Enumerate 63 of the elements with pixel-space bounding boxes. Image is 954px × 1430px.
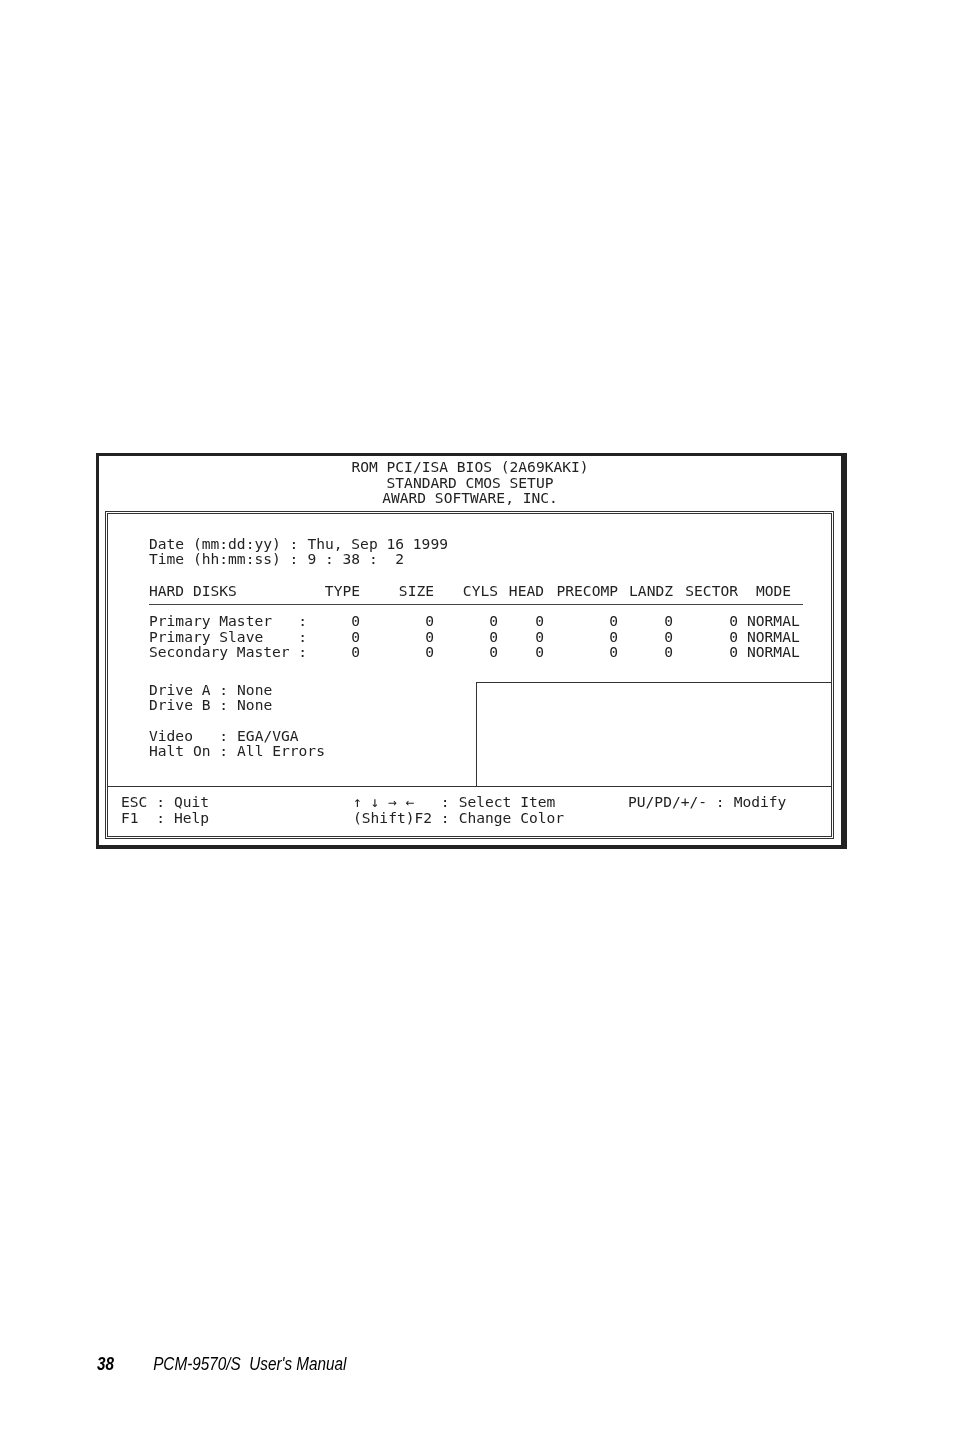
key-action: Help [173,809,210,825]
key-label: (Shift)F2 : [353,809,450,825]
table-cell-text: 0 [488,613,498,629]
table-cell-text: 0 [663,644,673,660]
table-cell-text: 0 [488,628,498,644]
field-label: Date (mm:dd:yy) : [149,535,299,551]
table-cell-text: 0 [424,613,434,629]
table-cell-text: 0 [534,644,544,660]
key-label: F1 : [121,809,165,825]
field-value: None [237,681,273,697]
drive-name: Secondary Master : [149,644,309,660]
table-cell-text: 0 [350,613,360,629]
column-header: LANDZ [628,582,673,598]
field-label: Drive B : [149,697,229,713]
field-label: Video : [149,727,229,743]
drive-name: Primary Slave : [149,628,309,644]
field-value: Thu, Sep 16 1999 [307,535,448,551]
field-label: Time (hh:mm:ss) : [149,551,299,567]
table-cell-text: 0 [728,613,738,629]
column-header: SECTOR [684,582,738,598]
field-value: 9 : 38 : 2 [307,551,405,567]
header-title: ROM PCI/ISA BIOS (2A69KAKI) [351,459,589,475]
field-label: Halt On : [149,743,229,759]
table-cell-text: 0 [728,628,738,644]
table-cell-text: 0 [608,613,618,629]
header-title: STANDARD CMOS SETUP [386,474,554,490]
table-cell-text: 0 [350,644,360,660]
table-cell-text: 0 [350,628,360,644]
key-label: ↑ ↓ → ← : [353,794,450,810]
header-title: AWARD SOFTWARE, INC. [382,490,558,506]
column-header: HEAD [507,582,544,598]
key-action: Modify [733,794,787,810]
table-cell-text: 0 [663,628,673,644]
table-cell-text: NORMAL [746,628,801,644]
table-cell-text: 0 [534,613,544,629]
column-header: HARD DISKS [149,582,238,598]
drive-name: Primary Master : [149,613,309,629]
field-value: None [237,697,273,713]
column-header: PRECOMP [555,582,618,598]
column-header: CYLS [461,582,498,598]
page-number: 38 [97,1354,115,1374]
field-label: Drive A : [149,681,229,697]
column-header: TYPE [324,582,360,598]
column-header: MODE [755,582,793,598]
table-cell-text: 0 [663,613,673,629]
key-action: Select Item [458,794,556,810]
table-cell-text: NORMAL [746,644,801,660]
table-cell-text: 0 [424,644,434,660]
manual-title: PCM-9570/S User's Manual [153,1354,347,1374]
field-value: All Errors [237,743,325,759]
key-action: Quit [173,794,210,810]
key-action: Change Color [458,809,565,825]
table-cell-text: NORMAL [746,613,801,629]
column-header: SIZE [397,582,434,598]
table-cell-text: 0 [488,644,498,660]
field-value: EGA/VGA [237,727,299,743]
table-cell-text: 0 [728,644,738,660]
table-cell-text: 0 [534,628,544,644]
key-label: PU/PD/+/- : [628,794,725,810]
table-cell-text: 0 [608,628,618,644]
key-label: ESC : [121,794,165,810]
table-cell-text: 0 [608,644,618,660]
table-cell-text: 0 [424,628,434,644]
